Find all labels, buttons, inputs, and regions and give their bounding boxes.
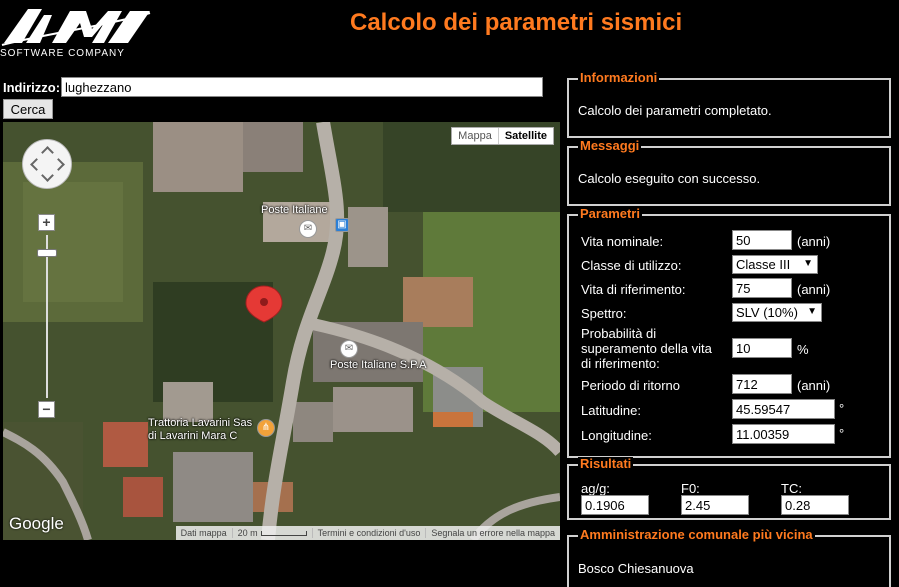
select-classe-utilizzo[interactable]: Classe III ▼ [732, 255, 818, 274]
input-vita-nominale[interactable] [732, 230, 792, 250]
label-classe-utilizzo: Classe di utilizzo: [581, 258, 682, 273]
pan-control[interactable] [22, 139, 72, 189]
select-spettro[interactable]: SLV (10%) ▼ [732, 303, 822, 322]
logo-subtitle: SOFTWARE COMPANY [0, 48, 125, 59]
pan-left-icon[interactable] [30, 158, 43, 171]
input-latitudine[interactable] [732, 399, 835, 419]
legend-amministrazione: Amministrazione comunale più vicina [578, 527, 815, 542]
input-vita-riferimento[interactable] [732, 278, 792, 298]
report-error-link[interactable]: Segnala un errore nella mappa [425, 528, 560, 538]
label-spettro: Spettro: [581, 306, 627, 321]
scale-bar [260, 531, 307, 537]
bus-stop-icon[interactable]: ▣ [335, 218, 349, 232]
unit-latitudine: ° [839, 401, 845, 416]
zoom-in-button[interactable]: + [38, 214, 55, 231]
poi-label-poste[interactable]: Poste Italiane [261, 204, 328, 217]
label-ag: ag/g: [581, 481, 610, 496]
chevron-down-icon: ▼ [803, 258, 813, 269]
chevron-down-icon: ▼ [807, 306, 817, 317]
zoom-slider-track[interactable] [46, 235, 48, 398]
map-type-satellite[interactable]: Satellite [497, 128, 553, 144]
google-logo: Google [9, 514, 64, 533]
map-type-switch[interactable]: Mappa Satellite [451, 127, 554, 145]
amv-logo-mark [1, 9, 151, 46]
pan-right-icon[interactable] [52, 158, 65, 171]
label-latitudine: Latitudine: [581, 403, 641, 418]
panel-risultati: Risultati ag/g: F0: TC: [567, 457, 891, 520]
map-data-link[interactable]: Dati mappa [176, 528, 232, 538]
amv-logo: SOFTWARE COMPANY [0, 5, 152, 59]
zoom-slider-thumb[interactable] [37, 249, 57, 257]
terms-link[interactable]: Termini e condizioni d'uso [311, 528, 426, 538]
select-classe-utilizzo-value: Classe III [736, 257, 791, 272]
label-periodo-ritorno: Periodo di ritorno [581, 378, 680, 393]
address-input[interactable] [61, 77, 543, 97]
map-scale-label: 20 m [237, 528, 258, 538]
amministrazione-text: Bosco Chiesanuova [578, 561, 694, 576]
unit-periodo-ritorno: (anni) [797, 378, 831, 393]
label-vita-nominale: Vita nominale: [581, 234, 664, 249]
result-ag [581, 495, 649, 515]
mail-icon[interactable]: ✉ [299, 220, 317, 238]
map-scale: 20 m [231, 528, 312, 538]
address-label: Indirizzo: [3, 80, 61, 95]
legend-messaggi: Messaggi [578, 138, 642, 153]
mail-icon[interactable]: ✉ [340, 340, 358, 358]
info-text: Calcolo dei parametri completato. [578, 103, 772, 118]
label-probabilita-1: Probabilità di [581, 326, 657, 341]
messaggi-text: Calcolo eseguito con successo. [578, 171, 761, 186]
unit-longitudine: ° [839, 426, 845, 441]
legend-informazioni: Informazioni [578, 70, 660, 85]
input-periodo-ritorno[interactable] [732, 374, 792, 394]
panel-parametri: Parametri Vita nominale: (anni) Classe d… [567, 207, 891, 458]
select-spettro-value: SLV (10%) [736, 305, 798, 320]
map-view[interactable]: Mappa Satellite + − ✉ Poste Italiane ▣ ✉… [3, 122, 560, 540]
pan-up-icon[interactable] [41, 146, 54, 159]
unit-probabilita: % [797, 342, 809, 357]
satellite-imagery [3, 122, 560, 540]
pan-down-icon[interactable] [41, 169, 54, 182]
unit-vita-nominale: (anni) [797, 234, 831, 249]
poi-label-trattoria[interactable]: Trattoria Lavarini Sas di Lavarini Mara … [148, 417, 252, 443]
zoom-out-button[interactable]: − [38, 401, 55, 418]
legend-risultati: Risultati [578, 456, 634, 471]
result-f0 [681, 495, 749, 515]
label-f0: F0: [681, 481, 700, 496]
panel-informazioni: Informazioni Calcolo dei parametri compl… [567, 71, 891, 138]
label-probabilita-2: superamento della vita [581, 341, 712, 356]
map-type-mappa[interactable]: Mappa [452, 128, 498, 144]
search-button[interactable]: Cerca [3, 99, 53, 119]
unit-vita-riferimento: (anni) [797, 282, 831, 297]
result-tc [781, 495, 849, 515]
label-tc: TC: [781, 481, 802, 496]
label-longitudine: Longitudine: [581, 428, 652, 443]
label-vita-riferimento: Vita di riferimento: [581, 282, 686, 297]
panel-amministrazione: Amministrazione comunale più vicina Bosc… [567, 528, 891, 587]
restaurant-icon[interactable]: ⋔ [257, 419, 275, 437]
poi-label-poste-spa[interactable]: Poste Italiane S.P.A [330, 359, 426, 372]
legend-parametri: Parametri [578, 206, 642, 221]
page-title: Calcolo dei parametri sismici [350, 9, 683, 36]
input-probabilita[interactable] [732, 338, 792, 358]
map-footer: Dati mappa 20 m Termini e condizioni d'u… [175, 526, 560, 540]
label-probabilita-3: di riferimento: [581, 356, 660, 371]
panel-messaggi: Messaggi Calcolo eseguito con successo. [567, 139, 891, 206]
input-longitudine[interactable] [732, 424, 835, 444]
